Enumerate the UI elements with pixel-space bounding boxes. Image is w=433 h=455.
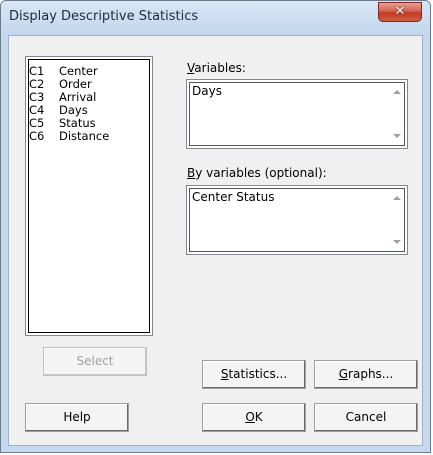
scroll-up-arrow-icon[interactable] xyxy=(393,196,401,200)
title-bar: Display Descriptive Statistics ✕ xyxy=(1,1,430,35)
variable-list-item[interactable]: C6 Distance xyxy=(29,130,109,143)
statistics-button[interactable]: Statistics... xyxy=(202,360,306,389)
graphs-button-label: raphs... xyxy=(348,367,394,381)
cancel-button[interactable]: Cancel xyxy=(314,403,418,432)
by-variables-label: By variables (optional): xyxy=(187,166,327,180)
scroll-up-arrow-icon[interactable] xyxy=(393,90,401,94)
ok-button[interactable]: OK xyxy=(202,403,306,432)
by-variables-label-text: y variables (optional): xyxy=(195,166,327,180)
dialog-window: Display Descriptive Statistics ✕ C1 Cente… xyxy=(0,0,431,453)
by-variables-label-mnemonic: B xyxy=(187,166,196,180)
close-icon: ✕ xyxy=(394,4,406,19)
variables-field-value: Days xyxy=(192,84,222,98)
by-variables-field-value: Center Status xyxy=(192,190,275,204)
ok-button-mnemonic: O xyxy=(245,410,255,424)
statistics-button-label: tatistics... xyxy=(228,367,288,381)
variables-label: Variables: xyxy=(187,61,246,75)
by-variables-scrollbar[interactable] xyxy=(389,189,404,251)
graphs-button[interactable]: Graphs... xyxy=(314,360,418,389)
variables-scrollbar[interactable] xyxy=(389,83,404,145)
scroll-down-arrow-icon[interactable] xyxy=(393,240,401,244)
close-button[interactable]: ✕ xyxy=(378,2,422,22)
variable-list[interactable]: C1 Center C2 Order C3 Arrival C4 Days C5 Stat… xyxy=(25,56,153,336)
graphs-button-mnemonic: G xyxy=(338,367,349,381)
column-id: C6 xyxy=(29,129,45,143)
variables-field[interactable]: Days xyxy=(186,79,408,149)
variables-label-text: ariables: xyxy=(194,61,246,75)
window-title: Display Descriptive Statistics xyxy=(9,9,199,24)
ok-button-label: K xyxy=(254,410,263,424)
column-name: Distance xyxy=(59,129,110,143)
scroll-down-arrow-icon[interactable] xyxy=(393,134,401,138)
select-button[interactable]: Select xyxy=(43,347,147,376)
help-button[interactable]: Help xyxy=(25,403,129,432)
by-variables-field[interactable]: Center Status xyxy=(186,185,408,255)
dialog-body: C1 Center C2 Order C3 Arrival C4 Days C5 Stat… xyxy=(8,35,423,446)
